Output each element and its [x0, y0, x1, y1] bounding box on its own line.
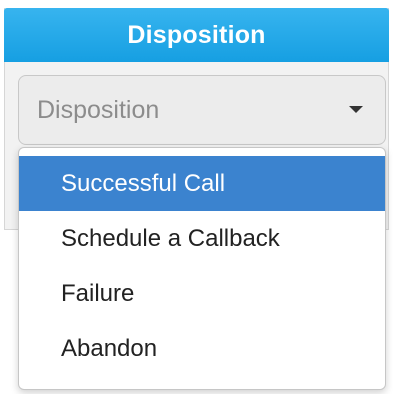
disposition-select[interactable]: Disposition — [18, 75, 386, 145]
panel-title: Disposition — [4, 8, 389, 62]
menu-item-label: Successful Call — [61, 169, 226, 197]
disposition-dropdown-menu: Successful Call Schedule a Callback Fail… — [18, 147, 386, 390]
menu-item-label: Failure — [61, 279, 135, 307]
menu-item-failure[interactable]: Failure — [19, 266, 385, 321]
menu-item-label: Abandon — [61, 334, 158, 362]
menu-item-abandon[interactable]: Abandon — [19, 321, 385, 376]
menu-item-successful-call[interactable]: Successful Call — [19, 156, 385, 211]
caret-down-icon — [349, 106, 363, 113]
menu-item-schedule-callback[interactable]: Schedule a Callback — [19, 211, 385, 266]
stage: Disposition Disposition Successful Call … — [0, 0, 393, 394]
select-placeholder: Disposition — [37, 95, 160, 124]
menu-item-label: Schedule a Callback — [61, 224, 280, 252]
panel-title-text: Disposition — [127, 20, 266, 49]
